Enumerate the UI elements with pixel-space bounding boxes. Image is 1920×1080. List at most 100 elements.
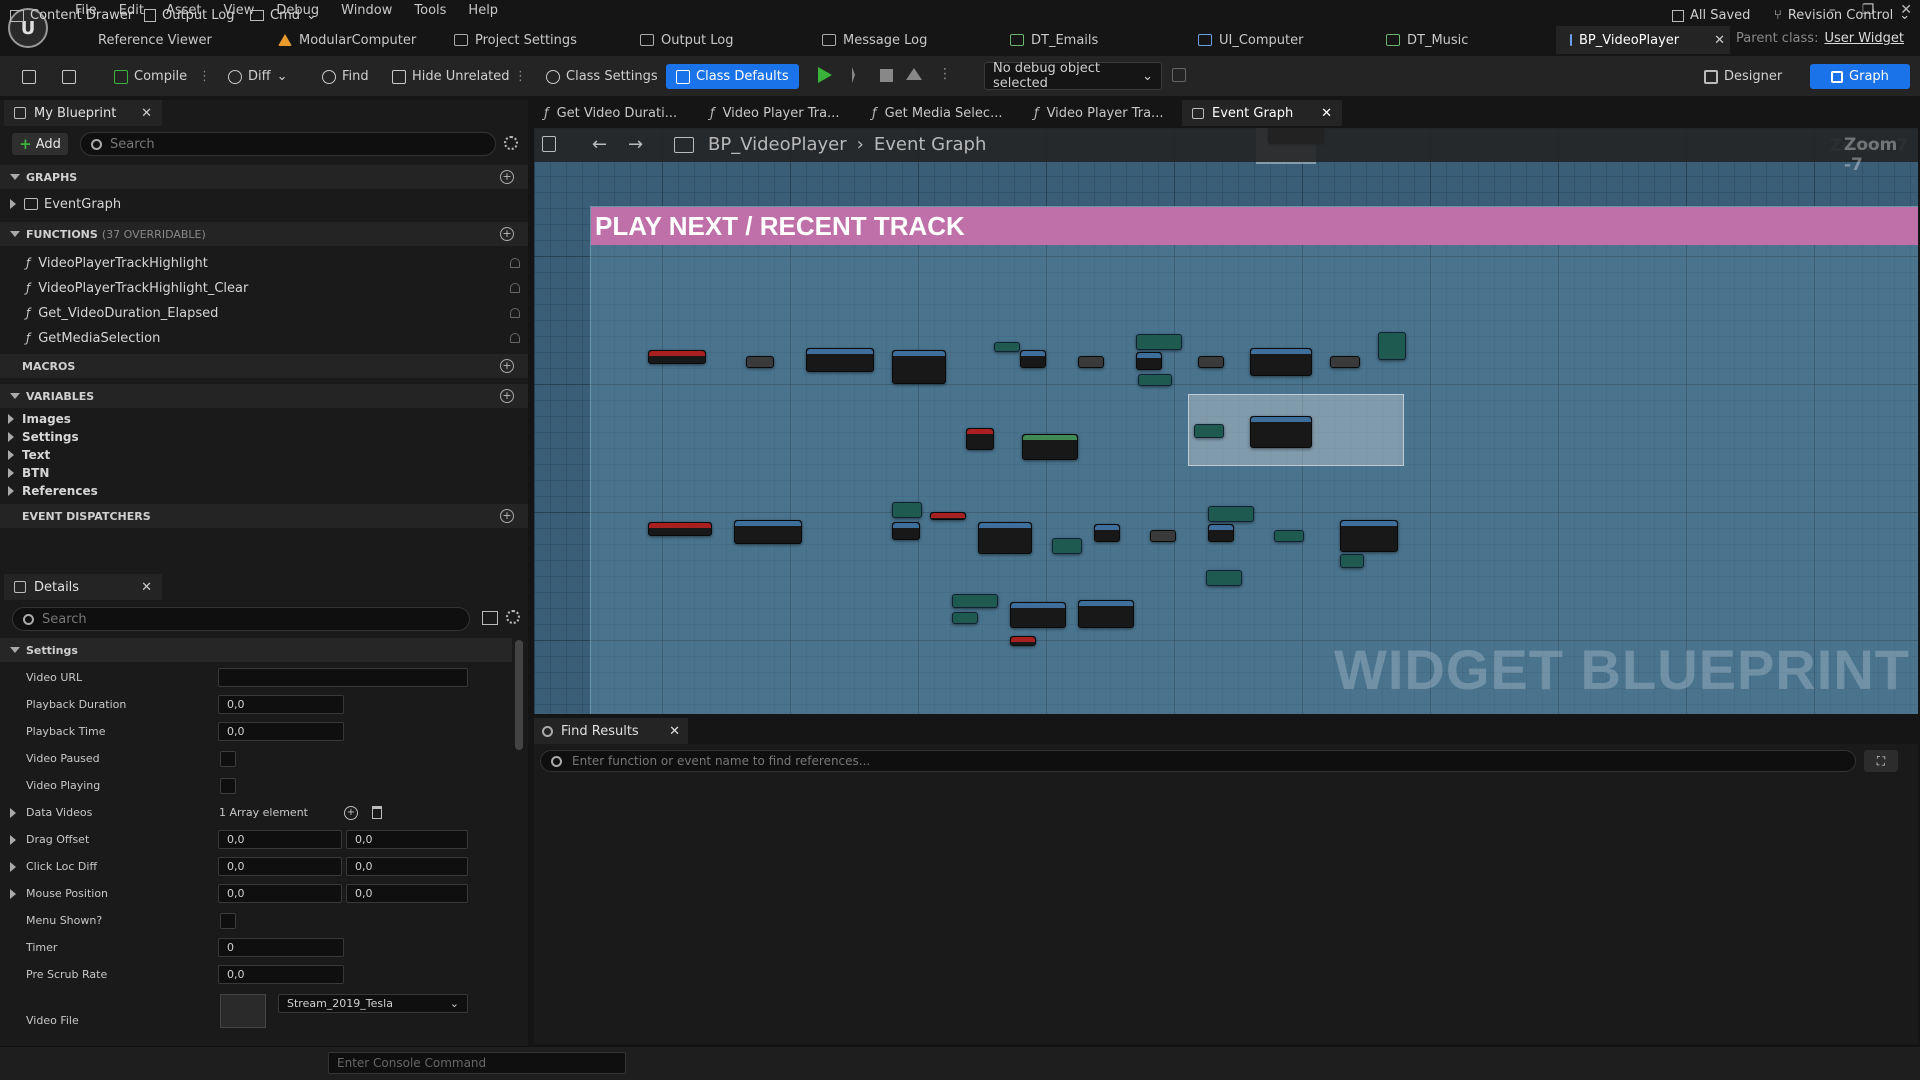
- doc-tab-reference-viewer[interactable]: Reference Viewer: [64, 26, 264, 54]
- console-input[interactable]: Enter Console Command: [328, 1052, 626, 1074]
- video-url-field[interactable]: [218, 668, 468, 687]
- find-button[interactable]: Find: [316, 64, 375, 89]
- mouse-position-x-field[interactable]: 0,0: [218, 884, 342, 903]
- graph-node[interactable]: [952, 594, 998, 608]
- doc-tab-bp-videoplayer[interactable]: BP_VideoPlayer ✕: [1556, 26, 1730, 54]
- variable-category-btn[interactable]: BTN: [8, 464, 49, 482]
- playback-time-field[interactable]: 0,0: [218, 722, 344, 741]
- graph-node-event[interactable]: [648, 350, 706, 364]
- variable-category-text[interactable]: Text: [8, 446, 50, 464]
- playback-duration-field[interactable]: 0,0: [218, 695, 344, 714]
- mouse-position-y-field[interactable]: 0,0: [346, 884, 468, 903]
- pre-scrub-rate-field[interactable]: 0,0: [218, 965, 344, 984]
- graph-node[interactable]: [1194, 424, 1224, 438]
- parent-class-link[interactable]: User Widget: [1824, 31, 1904, 46]
- play-icon[interactable]: [818, 67, 832, 83]
- close-tab-icon[interactable]: ✕: [141, 580, 152, 595]
- menu-tools[interactable]: Tools: [403, 0, 457, 22]
- add-element-icon[interactable]: +: [344, 805, 358, 820]
- details-scrollbar[interactable]: [515, 640, 523, 750]
- breadcrumb-root[interactable]: BP_VideoPlayer: [708, 134, 847, 155]
- breadcrumb-leaf[interactable]: Event Graph: [874, 134, 987, 155]
- menu-window[interactable]: Window: [330, 0, 403, 22]
- trash-icon[interactable]: [372, 806, 382, 819]
- variables-section-header[interactable]: VARIABLES +: [0, 384, 528, 408]
- cmd-select[interactable]: Cmd ⌄: [250, 8, 317, 23]
- video-file-select[interactable]: Stream_2019_Tesla ⌄: [278, 994, 468, 1013]
- video-paused-checkbox[interactable]: [220, 750, 236, 767]
- graph-button[interactable]: Graph: [1810, 64, 1910, 89]
- class-settings-button[interactable]: Class Settings: [540, 64, 664, 89]
- add-variable-icon[interactable]: +: [500, 389, 514, 403]
- browse-button[interactable]: [56, 64, 82, 89]
- find-results-input[interactable]: Enter function or event name to find ref…: [540, 750, 1856, 772]
- details-settings-gear-icon[interactable]: [506, 610, 520, 627]
- drag-offset-x-field[interactable]: 0,0: [218, 830, 342, 849]
- doc-tab-modular-computer[interactable]: ModularComputer: [264, 26, 440, 54]
- doc-tab-message-log[interactable]: Message Log: [808, 26, 996, 54]
- diff-button[interactable]: Diff ⌄: [222, 64, 294, 89]
- forward-arrow-icon[interactable]: →: [628, 134, 643, 155]
- eject-icon[interactable]: [906, 68, 922, 80]
- find-in-all-blueprints-button[interactable]: ⛶: [1864, 750, 1898, 772]
- click-loc-diff-y-field[interactable]: 0,0: [346, 857, 468, 876]
- graph-node[interactable]: [1206, 570, 1242, 586]
- blueprint-settings-gear-icon[interactable]: [504, 136, 518, 153]
- menu-shown-checkbox[interactable]: [220, 912, 236, 929]
- my-blueprint-tab[interactable]: My Blueprint ✕: [4, 100, 162, 126]
- debug-object-select[interactable]: No debug object selected ⌄: [984, 61, 1162, 91]
- function-item[interactable]: ƒ VideoPlayerTrackHighlight_Clear: [26, 277, 528, 299]
- play-options-icon[interactable]: ⋮: [938, 66, 952, 82]
- event-dispatchers-section-header[interactable]: EVENT DISPATCHERS +: [0, 504, 528, 528]
- revision-control-button[interactable]: ⑂ Revision Control ⌄: [1774, 8, 1910, 23]
- graph-node[interactable]: [1094, 524, 1120, 542]
- graph-tab-get-media-selection[interactable]: ƒ Get Media Selec...: [862, 100, 1022, 126]
- output-log-button[interactable]: Output Log: [144, 8, 235, 23]
- graph-node[interactable]: [1208, 506, 1254, 522]
- graph-node[interactable]: [1078, 600, 1134, 628]
- doc-tab-dt-emails[interactable]: DT_Emails: [996, 26, 1184, 54]
- functions-section-header[interactable]: FUNCTIONS (37 OVERRIDABLE) +: [0, 222, 528, 246]
- expand-icon[interactable]: [10, 888, 16, 899]
- function-item[interactable]: ƒ Get_VideoDuration_Elapsed: [26, 302, 528, 324]
- function-item[interactable]: ƒ GetMediaSelection: [26, 327, 528, 349]
- graph-node[interactable]: [1020, 350, 1046, 368]
- expand-icon[interactable]: [10, 834, 16, 845]
- designer-button[interactable]: Designer: [1698, 64, 1788, 89]
- graph-tab-video-player-track[interactable]: ƒ Video Player Tra...: [700, 100, 860, 126]
- compile-button[interactable]: Compile: [108, 64, 193, 89]
- graph-tab-get-video-duration[interactable]: ƒ Get Video Durati...: [534, 100, 694, 126]
- add-function-icon[interactable]: +: [500, 227, 514, 241]
- save-button[interactable]: [16, 64, 42, 89]
- all-saved-button[interactable]: All Saved: [1672, 8, 1750, 23]
- graph-node[interactable]: [1250, 348, 1312, 376]
- timer-field[interactable]: 0: [218, 938, 344, 957]
- graph-node[interactable]: [892, 522, 920, 540]
- bookmark-icon[interactable]: [542, 136, 556, 152]
- graph-node[interactable]: [1136, 334, 1182, 350]
- macros-section-header[interactable]: MACROS +: [0, 354, 528, 378]
- close-tab-icon[interactable]: ✕: [141, 106, 152, 121]
- graph-node[interactable]: [952, 612, 978, 624]
- graph-node[interactable]: [1250, 416, 1312, 448]
- drag-offset-y-field[interactable]: 0,0: [346, 830, 468, 849]
- graph-node[interactable]: [1208, 524, 1234, 542]
- close-tab-icon[interactable]: ✕: [669, 724, 680, 739]
- content-drawer-button[interactable]: Content Drawer: [10, 8, 133, 23]
- graph-node[interactable]: [1378, 332, 1406, 360]
- back-arrow-icon[interactable]: ←: [592, 134, 607, 155]
- graph-node[interactable]: [1340, 554, 1364, 568]
- details-search-input[interactable]: Search: [12, 607, 470, 631]
- graph-node[interactable]: [892, 502, 922, 518]
- graph-tab-event-graph[interactable]: Event Graph ✕: [1182, 100, 1342, 126]
- click-loc-diff-x-field[interactable]: 0,0: [218, 857, 342, 876]
- function-item[interactable]: ƒ VideoPlayerTrackHighlight: [26, 252, 528, 274]
- stop-icon[interactable]: [880, 69, 893, 82]
- close-tab-icon[interactable]: ✕: [1321, 106, 1332, 121]
- variable-category-references[interactable]: References: [8, 482, 98, 500]
- graph-item-eventgraph[interactable]: EventGraph: [10, 193, 121, 215]
- more-options-icon[interactable]: ⋮: [508, 64, 533, 89]
- graph-tab-video-player-track-clear[interactable]: ƒ Video Player Tra...: [1024, 100, 1184, 126]
- graph-node[interactable]: [1022, 434, 1078, 460]
- graphs-section-header[interactable]: GRAPHS +: [0, 165, 528, 189]
